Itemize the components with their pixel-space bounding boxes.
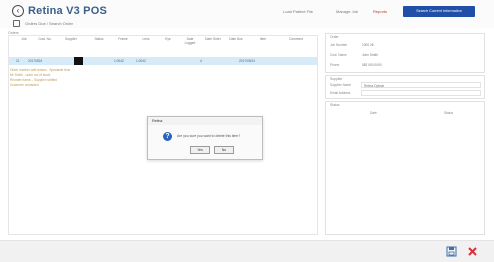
status-bar: [0, 240, 494, 262]
field-label: Supplier Name: [330, 83, 352, 87]
field-value: Retina Optical: [364, 84, 385, 88]
col-header-comment[interactable]: Comment: [281, 37, 311, 41]
col-header-item[interactable]: Item: [251, 37, 275, 41]
supplier-section: Supplier Supplier Name Retina Optical Em…: [325, 75, 485, 99]
search-current-info-button[interactable]: Search Current Information: [403, 6, 475, 17]
question-icon: ?: [163, 132, 172, 141]
status-col-date[interactable]: Date: [370, 111, 377, 115]
dialog-message: Are you sure you want to delete this ite…: [177, 134, 241, 138]
supplier-section-title: Supplier: [330, 77, 343, 81]
col-header-status[interactable]: Status: [89, 37, 109, 41]
cell-lens: 1.0042: [136, 59, 146, 63]
table-row-selected[interactable]: [9, 57, 317, 65]
col-header-supplier[interactable]: Supplier: [59, 37, 83, 41]
field-label: Job Number: [330, 43, 348, 47]
toplink-manage-job[interactable]: Manage Job: [336, 9, 358, 14]
order-section: Order Job Number 1000 26 Cust. Name John…: [325, 33, 485, 73]
cell-cust-no: 20170524: [28, 59, 43, 63]
toplink-reports[interactable]: Reports: [373, 9, 387, 14]
toplink-load-patient[interactable]: Load Patient File: [283, 9, 313, 14]
cell-job: 21: [16, 59, 20, 63]
supplier-name-field[interactable]: Retina Optical: [361, 82, 481, 88]
status-section: Status Date Status: [325, 101, 485, 235]
col-header-eye[interactable]: Eye: [159, 37, 177, 41]
field-value: 1000 26: [362, 43, 374, 47]
field-value: 082 000 0000: [362, 63, 382, 67]
app-title: Retina V3 POS: [28, 5, 108, 17]
col-header-job[interactable]: Job: [17, 37, 31, 41]
color-swatch: [74, 57, 83, 65]
detail-panel: Order Job Number 1000 26 Cust. Name John…: [325, 33, 485, 235]
dialog-title: Retina: [152, 119, 163, 123]
note-line: Order number with lenses - Spectacle len…: [10, 68, 71, 72]
note-line: Customer contacted: [10, 83, 39, 87]
col-header-lens[interactable]: Lens: [137, 37, 155, 41]
note-line: Mr Smith - order out of stock: [10, 73, 51, 77]
col-header-date-order[interactable]: Date Order: [204, 37, 222, 41]
status-section-title: Status: [330, 103, 340, 107]
order-section-title: Order: [330, 35, 339, 39]
save-icon[interactable]: [446, 246, 457, 257]
col-header-cust-no[interactable]: Cust. No.: [35, 37, 55, 41]
back-icon[interactable]: ‹: [12, 5, 24, 17]
close-icon[interactable]: [467, 246, 478, 257]
cell-date-due: 2017/05/24: [239, 59, 255, 63]
field-label: Email Address: [330, 91, 351, 95]
document-icon[interactable]: [13, 20, 20, 27]
col-header-date-due[interactable]: Date Due: [227, 37, 245, 41]
col-header-date-logged[interactable]: Date Logged: [181, 37, 199, 45]
no-button[interactable]: No: [214, 146, 234, 154]
note-line: Reorder frame – Supplier notified: [10, 78, 57, 82]
field-label: Phone: [330, 63, 340, 67]
breadcrumb: Orders Due / Search Order: [25, 21, 74, 26]
field-value: John Smith: [362, 53, 378, 57]
dialog-body: ? Are you sure you want to delete this i…: [148, 125, 262, 159]
cell-frame: 1.0042: [114, 59, 124, 63]
status-col-status[interactable]: Status: [444, 111, 453, 115]
yes-button[interactable]: Yes: [190, 146, 210, 154]
cell-date-order: 4: [200, 59, 202, 63]
confirm-dialog: Retina ? Are you sure you want to delete…: [147, 116, 263, 160]
email-field[interactable]: [361, 90, 481, 96]
field-label: Cust. Name: [330, 53, 347, 57]
col-header-frame[interactable]: Frame: [113, 37, 133, 41]
